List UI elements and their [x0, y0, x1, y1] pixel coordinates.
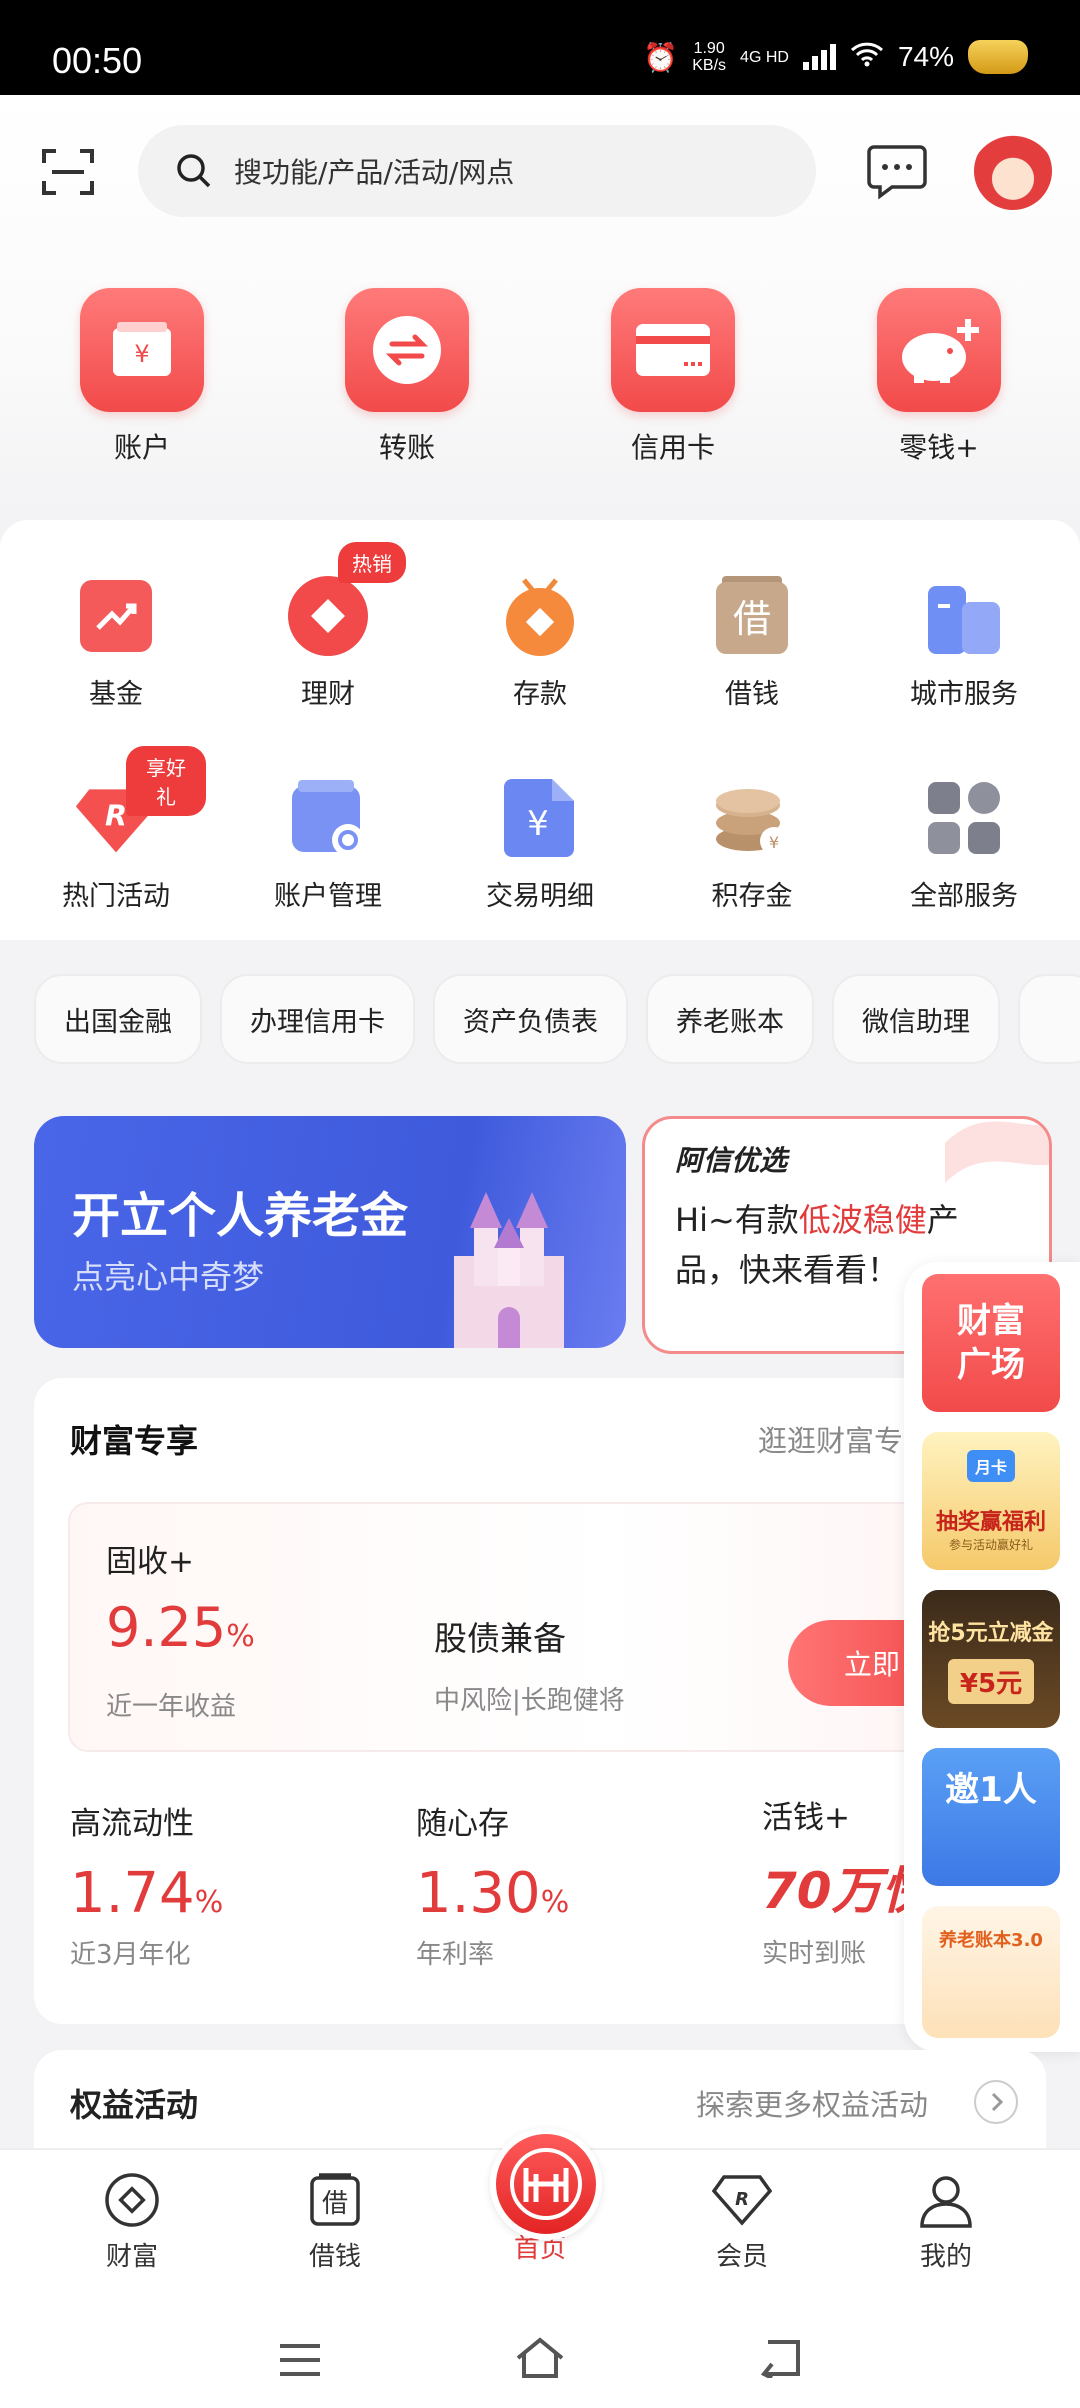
decor-ribbon	[945, 1121, 1049, 1183]
quick-chips: 出国金融 办理信用卡 资产负债表 养老账本 微信助理	[34, 974, 1080, 1064]
status-bar: 00:50 ⏰ 1.90 KB/s 4G HD 74%	[0, 0, 1080, 95]
chip-apply-credit-card[interactable]: 办理信用卡	[220, 974, 415, 1064]
chevron-right-icon[interactable]	[974, 2080, 1018, 2124]
ad-invite[interactable]: 邀1人	[922, 1748, 1060, 1886]
pension-banner-title: 开立个人养老金	[72, 1188, 409, 1244]
product-rate-label: 近一年收益	[106, 1692, 237, 1722]
svg-text:借: 借	[322, 2189, 348, 2219]
service-gold[interactable]: ¥ 积存金	[662, 776, 842, 913]
service-fund[interactable]: 基金	[26, 574, 206, 711]
svg-text:¥: ¥	[769, 833, 779, 852]
product-high-liquidity[interactable]: 高流动性 1.74% 近3月年化	[70, 1798, 390, 1971]
product-rate: 9.25%	[106, 1596, 255, 1659]
transfer-icon	[345, 288, 469, 412]
tab-wealth[interactable]: 财富	[62, 2170, 202, 2273]
svg-text:R: R	[105, 799, 127, 833]
ad-discount[interactable]: 抢5元立减金 ¥5元	[922, 1590, 1060, 1728]
back-icon[interactable]	[758, 2338, 804, 2378]
member-tab-icon: R	[712, 2170, 772, 2230]
service-transaction-detail[interactable]: ¥ 交易明细	[450, 776, 630, 913]
tab-profile[interactable]: 我的	[876, 2170, 1016, 2273]
home-nav-icon[interactable]	[514, 2336, 566, 2380]
featured-product[interactable]: 固收+ 9.25% 近一年收益 股债兼备 中风险|长跑健将 立即	[68, 1502, 972, 1752]
hot-badge: 热销	[338, 542, 406, 583]
product-name: 固收+	[106, 1544, 194, 1580]
deposit-icon	[498, 574, 582, 658]
credit-card-icon	[611, 288, 735, 412]
scan-icon[interactable]	[40, 145, 96, 199]
piggy-bank-icon	[877, 288, 1001, 412]
home-logo-icon[interactable]	[490, 2128, 602, 2240]
wealth-card: 财富专享 逛逛财富专 固收+ 9.25% 近一年收益 股债兼备 中风险|长跑健将…	[34, 1378, 1046, 2024]
wealth-tab-icon	[102, 2170, 162, 2230]
wealth-icon	[286, 574, 370, 658]
status-time: 00:50	[52, 40, 143, 81]
ad-wealth-square[interactable]: 财富广场	[922, 1274, 1060, 1412]
wealth-more-link[interactable]: 逛逛财富专	[758, 1418, 903, 1460]
product-risk: 中风险|长跑健将	[434, 1686, 625, 1716]
search-icon	[177, 154, 211, 188]
ad-pension-ledger[interactable]: 养老账本3.0	[922, 1906, 1060, 2038]
network-type: 4G HD	[740, 48, 789, 66]
tab-loan[interactable]: 借 借钱	[265, 2170, 405, 2273]
product-tagline: 股债兼备	[434, 1619, 566, 1658]
battery-level: 74%	[897, 41, 954, 72]
chip-overseas-finance[interactable]: 出国金融	[34, 974, 202, 1064]
gold-ingot-icon	[968, 40, 1028, 74]
wifi-icon	[850, 41, 884, 74]
ad-lottery[interactable]: 月卡 抽奖赢福利 参与活动赢好礼	[922, 1432, 1060, 1570]
fund-icon	[74, 574, 158, 658]
top-action-credit-card[interactable]: 信用卡	[583, 288, 763, 466]
gold-accumulation-icon: ¥	[710, 776, 794, 860]
alarm-icon: ⏰	[643, 41, 679, 73]
pension-banner[interactable]: 开立个人养老金 点亮心中奇梦	[34, 1116, 626, 1348]
svg-text:R: R	[735, 2189, 749, 2210]
chip-pension-ledger[interactable]: 养老账本	[646, 974, 814, 1064]
service-city[interactable]: 城市服务	[874, 574, 1054, 711]
svg-text:借: 借	[733, 597, 771, 641]
search-bar[interactable]: 搜功能/产品/活动/网点	[138, 125, 816, 217]
transaction-detail-icon: ¥	[498, 776, 582, 860]
equity-more-link[interactable]: 探索更多权益活动	[696, 2082, 928, 2124]
promo-brand: 阿信优选	[675, 1144, 788, 1177]
signal-icon	[802, 44, 836, 70]
account-manage-icon	[286, 776, 370, 860]
service-wealth[interactable]: 理财 热销	[238, 542, 418, 711]
loan-tab-icon: 借	[305, 2170, 365, 2230]
service-hot-activity[interactable]: R 热门活动 享好礼	[26, 746, 206, 913]
chip-more[interactable]	[1018, 974, 1080, 1064]
profile-tab-icon	[916, 2170, 976, 2230]
city-service-icon	[922, 574, 1006, 658]
svg-text:¥: ¥	[134, 340, 149, 368]
chip-balance-sheet[interactable]: 资产负债表	[433, 974, 628, 1064]
svg-text:¥: ¥	[527, 804, 549, 844]
loan-icon: 借	[710, 574, 794, 658]
pension-banner-subtitle: 点亮心中奇梦	[72, 1258, 265, 1296]
avatar[interactable]	[974, 132, 1052, 210]
castle-illustration	[454, 1192, 564, 1348]
service-loan[interactable]: 借 借钱	[662, 574, 842, 711]
top-action-transfer[interactable]: 转账	[317, 288, 497, 466]
menu-icon[interactable]	[278, 2342, 322, 2378]
gift-badge: 享好礼	[126, 746, 206, 816]
system-nav-bar	[0, 2270, 1080, 2408]
wallet-icon: ¥	[80, 288, 204, 412]
chip-wechat-assistant[interactable]: 微信助理	[832, 974, 1000, 1064]
service-deposit[interactable]: 存款	[450, 574, 630, 711]
top-action-account[interactable]: ¥ 账户	[52, 288, 232, 466]
equity-title: 权益活动	[70, 2086, 199, 2124]
search-placeholder: 搜功能/产品/活动/网点	[234, 156, 515, 189]
top-action-change[interactable]: 零钱+	[849, 288, 1029, 466]
message-icon[interactable]	[866, 143, 928, 200]
wealth-title: 财富专享	[70, 1422, 199, 1460]
all-services-icon	[922, 776, 1006, 860]
service-account-manage[interactable]: 账户管理	[238, 776, 418, 913]
floating-ads: 财富广场 月卡 抽奖赢福利 参与活动赢好礼 抢5元立减金 ¥5元 邀1人 养老账…	[904, 1262, 1080, 2052]
product-flexible-deposit[interactable]: 随心存 1.30% 年利率	[416, 1798, 736, 1971]
network-speed: 1.90 KB/s	[692, 40, 727, 74]
tab-member[interactable]: R 会员	[672, 2170, 812, 2273]
service-all[interactable]: 全部服务	[874, 776, 1054, 913]
